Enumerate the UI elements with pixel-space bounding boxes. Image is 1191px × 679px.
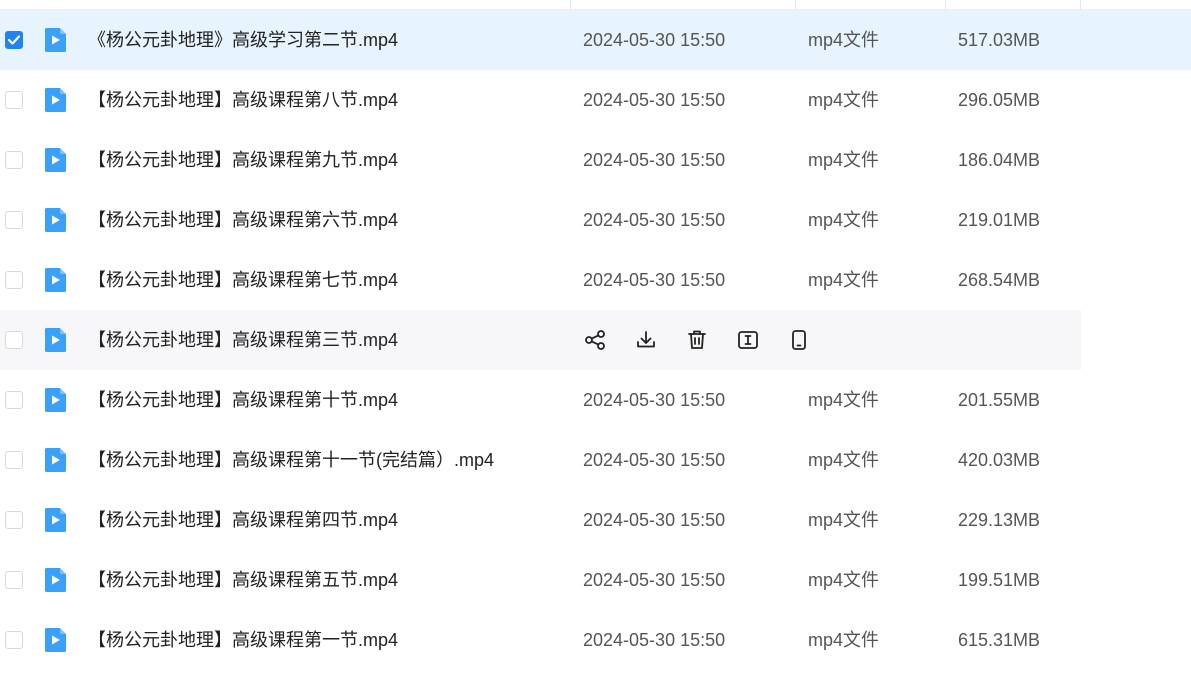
file-date: 2024-05-30 15:50 [583,150,726,170]
file-list: 《杨公元卦地理》高级学习第二节.mp4 2024-05-30 15:50 mp4文件… [0,10,1191,670]
row-checkbox[interactable] [5,151,23,169]
row-checkbox[interactable] [5,571,23,589]
video-file-icon [42,207,68,233]
file-row[interactable]: 【杨公元卦地理】高级课程第八节.mp4 2024-05-30 15:50 mp4文件… [0,70,1191,130]
file-name[interactable]: 【杨公元卦地理】高级课程第五节.mp4 [88,550,398,610]
download-icon[interactable] [634,328,658,352]
file-name[interactable]: 【杨公元卦地理】高级课程第十节.mp4 [88,370,398,430]
row-checkbox[interactable] [5,451,23,469]
delete-icon[interactable] [685,328,709,352]
file-size: 517.03MB [958,30,1041,50]
file-row[interactable]: 【杨公元卦地理】高级课程第九节.mp4 2024-05-30 15:50 mp4文件… [0,130,1191,190]
file-date: 2024-05-30 15:50 [583,630,726,650]
file-type: mp4文件 [808,150,880,170]
file-row[interactable]: 【杨公元卦地理】高级课程第十一节(完结篇）.mp4 2024-05-30 15:5… [0,430,1191,490]
file-size: 615.31MB [958,630,1041,650]
file-date: 2024-05-30 15:50 [583,390,726,410]
file-date: 2024-05-30 15:50 [583,90,726,110]
column-divider[interactable] [1080,0,1081,10]
file-row[interactable]: 【杨公元卦地理】高级课程第一节.mp4 2024-05-30 15:50 mp4文件… [0,610,1191,670]
video-file-icon [42,387,68,413]
file-size: 229.13MB [958,510,1041,530]
row-checkbox[interactable] [5,331,23,349]
file-date: 2024-05-30 15:50 [583,510,726,530]
file-row[interactable]: 【杨公元卦地理】高级课程第五节.mp4 2024-05-30 15:50 mp4文件… [0,550,1191,610]
video-file-icon [42,267,68,293]
file-row[interactable]: 【杨公元卦地理】高级课程第三节.mp4 [0,310,1081,370]
file-type: mp4文件 [808,210,880,230]
file-type: mp4文件 [808,270,880,290]
file-size: 201.55MB [958,390,1041,410]
file-row[interactable]: 【杨公元卦地理】高级课程第十节.mp4 2024-05-30 15:50 mp4文件… [0,370,1191,430]
file-type: mp4文件 [808,90,880,110]
file-date: 2024-05-30 15:50 [583,570,726,590]
share-icon[interactable] [583,328,607,352]
file-date: 2024-05-30 15:50 [583,210,726,230]
file-name[interactable]: 【杨公元卦地理】高级课程第一节.mp4 [88,610,398,670]
file-size: 420.03MB [958,450,1041,470]
file-date: 2024-05-30 15:50 [583,270,726,290]
file-size: 268.54MB [958,270,1041,290]
column-divider[interactable] [570,0,571,10]
file-size: 199.51MB [958,570,1041,590]
file-name[interactable]: 【杨公元卦地理】高级课程第六节.mp4 [88,190,398,250]
row-checkbox[interactable] [5,631,23,649]
video-file-icon [42,27,68,53]
column-header-bar [0,0,1191,10]
video-file-icon [42,87,68,113]
file-date: 2024-05-30 15:50 [583,450,726,470]
file-type: mp4文件 [808,630,880,650]
video-file-icon [42,627,68,653]
row-checkbox[interactable] [5,211,23,229]
file-row[interactable]: 【杨公元卦地理】高级课程第四节.mp4 2024-05-30 15:50 mp4文件… [0,490,1191,550]
rename-icon[interactable] [736,328,760,352]
video-file-icon [42,327,68,353]
file-size: 186.04MB [958,150,1041,170]
video-file-icon [42,507,68,533]
video-file-icon [42,447,68,473]
send-to-phone-icon[interactable] [787,328,811,352]
video-file-icon [42,567,68,593]
row-checkbox[interactable] [5,271,23,289]
column-divider[interactable] [945,0,946,10]
video-file-icon [42,147,68,173]
file-name[interactable]: 【杨公元卦地理】高级课程第三节.mp4 [88,310,398,370]
file-row[interactable]: 【杨公元卦地理】高级课程第六节.mp4 2024-05-30 15:50 mp4文件… [0,190,1191,250]
file-size: 296.05MB [958,90,1041,110]
file-name[interactable]: 《杨公元卦地理》高级学习第二节.mp4 [88,10,398,70]
file-size: 219.01MB [958,210,1041,230]
file-type: mp4文件 [808,570,880,590]
file-type: mp4文件 [808,510,880,530]
file-name[interactable]: 【杨公元卦地理】高级课程第八节.mp4 [88,70,398,130]
file-type: mp4文件 [808,450,880,470]
file-name[interactable]: 【杨公元卦地理】高级课程第七节.mp4 [88,250,398,310]
file-row[interactable]: 【杨公元卦地理】高级课程第七节.mp4 2024-05-30 15:50 mp4文件… [0,250,1191,310]
file-type: mp4文件 [808,30,880,50]
row-checkbox[interactable] [5,91,23,109]
file-date: 2024-05-30 15:50 [583,30,726,50]
row-checkbox[interactable] [5,31,23,49]
row-checkbox[interactable] [5,511,23,529]
row-checkbox[interactable] [5,391,23,409]
file-type: mp4文件 [808,390,880,410]
column-divider[interactable] [795,0,796,10]
file-name[interactable]: 【杨公元卦地理】高级课程第九节.mp4 [88,130,398,190]
file-name[interactable]: 【杨公元卦地理】高级课程第四节.mp4 [88,490,398,550]
file-row[interactable]: 《杨公元卦地理》高级学习第二节.mp4 2024-05-30 15:50 mp4文件… [0,10,1191,70]
file-name[interactable]: 【杨公元卦地理】高级课程第十一节(完结篇）.mp4 [88,430,494,490]
